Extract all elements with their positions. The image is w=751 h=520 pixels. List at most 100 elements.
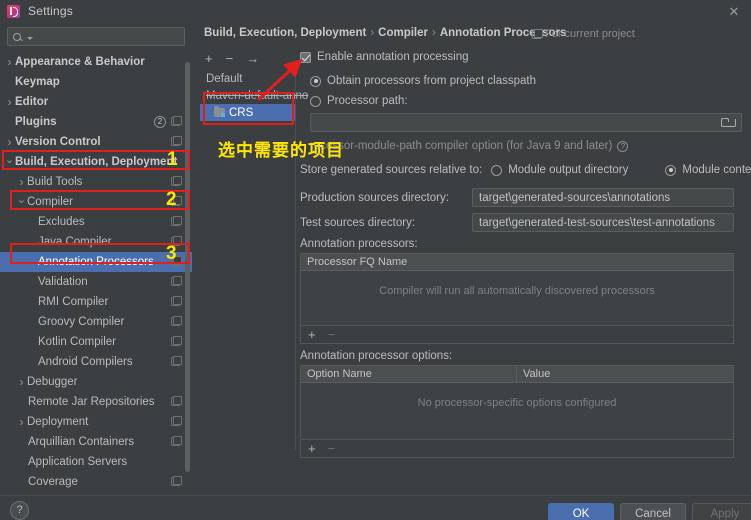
chevron-right-icon[interactable] xyxy=(4,96,15,108)
chevron-right-icon[interactable] xyxy=(16,176,27,188)
processor-path-row[interactable]: Processor path: xyxy=(300,91,744,111)
sidebar-item-label: Remote Jar Repositories xyxy=(28,396,155,408)
processor-options-table-footer: + − xyxy=(301,439,733,457)
copy-settings-icon[interactable] xyxy=(171,416,182,426)
profile-list: Default Maven-default-anno CRS xyxy=(200,70,308,450)
annotation-processors-table-body[interactable]: Compiler will run all automatically disc… xyxy=(301,271,733,325)
processor-path-radio[interactable] xyxy=(310,95,321,107)
sidebar-scrollbar[interactable] xyxy=(185,62,190,472)
sidebar-item-label: Build, Execution, Deployment xyxy=(15,156,178,168)
annotation-processors-label: Annotation processors: xyxy=(300,238,418,250)
copy-settings-icon[interactable] xyxy=(171,356,182,366)
apply-button[interactable]: Apply xyxy=(692,503,751,520)
ok-button[interactable]: OK xyxy=(548,503,614,520)
profile-item-default[interactable]: Default xyxy=(200,70,295,87)
production-sources-input[interactable]: target\generated-sources\annotations xyxy=(472,188,734,207)
sidebar-item-groovy-compiler[interactable]: Groovy Compiler xyxy=(0,312,192,332)
copy-settings-icon[interactable] xyxy=(171,316,182,326)
enable-annotation-processing-label: Enable annotation processing xyxy=(317,51,469,63)
folder-browse-icon[interactable] xyxy=(721,117,736,128)
column-processor-fq-name[interactable]: Processor FQ Name xyxy=(301,254,733,270)
copy-settings-icon[interactable] xyxy=(171,436,182,446)
processor-options-table-body[interactable]: No processor-specific options configured xyxy=(301,383,733,439)
copy-settings-icon[interactable] xyxy=(171,336,182,346)
sidebar-item-label: Groovy Compiler xyxy=(38,316,125,328)
enable-annotation-processing-row[interactable]: Enable annotation processing xyxy=(300,48,744,66)
scope-indicator[interactable]: For current project xyxy=(532,28,635,40)
copy-settings-icon[interactable] xyxy=(171,396,182,406)
copy-settings-icon[interactable] xyxy=(171,176,182,186)
breadcrumb-item-0[interactable]: Build, Execution, Deployment xyxy=(204,27,366,39)
sidebar-item-deployment[interactable]: Deployment xyxy=(0,412,192,432)
close-icon[interactable]: ✕ xyxy=(717,0,751,22)
add-option-button[interactable]: + xyxy=(308,441,316,456)
move-profile-button[interactable]: → xyxy=(246,52,259,65)
profile-item-crs[interactable]: CRS xyxy=(200,104,295,121)
profile-item-label: Default xyxy=(206,72,243,85)
help-circle-icon[interactable]: ? xyxy=(617,140,629,152)
annotation-processors-empty-text: Compiler will run all automatically disc… xyxy=(379,285,655,297)
chevron-right-icon[interactable] xyxy=(4,136,15,148)
sidebar-item-keymap[interactable]: Keymap xyxy=(0,72,192,92)
breadcrumb: Build, Execution, Deployment › Compiler › An… xyxy=(204,27,566,39)
sidebar-item-kotlin-compiler[interactable]: Kotlin Compiler xyxy=(0,332,192,352)
search-input[interactable] xyxy=(7,27,185,46)
dialog-footer: ? OK Cancel Apply xyxy=(0,495,751,520)
module-output-directory-radio[interactable] xyxy=(491,164,503,176)
sidebar-item-version-control[interactable]: Version Control xyxy=(0,132,192,152)
sidebar-item-build-tools[interactable]: Build Tools xyxy=(0,172,192,192)
remove-profile-button[interactable]: − xyxy=(226,52,234,65)
profile-item-maven-default-anno[interactable]: Maven-default-anno xyxy=(200,87,308,104)
help-button[interactable]: ? xyxy=(10,501,29,520)
enable-annotation-processing-checkbox[interactable] xyxy=(300,51,311,63)
copy-settings-icon[interactable] xyxy=(171,216,182,226)
sidebar-item-appearance-behavior[interactable]: Appearance & Behavior xyxy=(0,52,192,72)
breadcrumb-item-1[interactable]: Compiler xyxy=(378,27,428,39)
sidebar-item-android-compilers[interactable]: Android Compilers xyxy=(0,352,192,372)
sidebar-item-plugins[interactable]: Plugins 2 xyxy=(0,112,192,132)
chevron-down-icon[interactable] xyxy=(4,157,15,168)
copy-settings-icon[interactable] xyxy=(171,296,182,306)
sidebar-item-build-execution-deployment[interactable]: Build, Execution, Deployment xyxy=(0,152,192,172)
sidebar-item-arquillian-containers[interactable]: Arquillian Containers xyxy=(0,432,192,452)
processor-path-input[interactable] xyxy=(310,113,742,132)
sidebar-item-debugger[interactable]: Debugger xyxy=(0,372,192,392)
annotation-processors-table-header: Processor FQ Name xyxy=(301,254,733,271)
copy-settings-icon[interactable] xyxy=(171,116,182,126)
annotation-processors-table: Processor FQ Name Compiler will run all … xyxy=(300,253,734,344)
sidebar-item-remote-jar-repositories[interactable]: Remote Jar Repositories xyxy=(0,392,192,412)
obtain-from-classpath-radio[interactable] xyxy=(310,75,321,87)
sidebar-item-rmi-compiler[interactable]: RMI Compiler xyxy=(0,292,192,312)
obtain-from-classpath-row[interactable]: Obtain processors from project classpath xyxy=(300,71,744,91)
sidebar-item-java-compiler[interactable]: Java Compiler xyxy=(0,232,192,252)
chevron-right-icon[interactable] xyxy=(16,376,27,388)
module-content-root-radio[interactable] xyxy=(665,164,677,176)
sidebar-item-validation[interactable]: Validation xyxy=(0,272,192,292)
column-value[interactable]: Value xyxy=(517,366,733,382)
sidebar-item-label: Android Compilers xyxy=(38,356,133,368)
annotation-number-3: 3 xyxy=(166,243,177,264)
copy-settings-icon[interactable] xyxy=(171,136,182,146)
sidebar-item-coverage[interactable]: Coverage xyxy=(0,472,192,492)
cancel-button[interactable]: Cancel xyxy=(620,503,686,520)
test-sources-row: Test sources directory: target\generated… xyxy=(300,210,744,235)
sidebar-item-label: Annotation Processors xyxy=(38,256,154,268)
chevron-right-icon[interactable] xyxy=(4,56,15,68)
copy-settings-icon[interactable] xyxy=(171,476,182,486)
processor-options-label: Annotation processor options: xyxy=(300,350,453,362)
scope-label: For current project xyxy=(545,28,635,40)
sidebar-item-application-servers[interactable]: Application Servers xyxy=(0,452,192,472)
sidebar-item-annotation-processors[interactable]: Annotation Processors xyxy=(0,252,192,272)
test-sources-input[interactable]: target\generated-test-sources\test-annot… xyxy=(472,213,734,232)
sidebar-item-compiler[interactable]: Compiler xyxy=(0,192,192,212)
chevron-right-icon[interactable] xyxy=(16,416,27,428)
sidebar-item-excludes[interactable]: Excludes xyxy=(0,212,192,232)
add-profile-button[interactable]: + xyxy=(205,52,213,65)
annotation-number-2: 2 xyxy=(166,189,177,210)
sidebar-item-editor[interactable]: Editor xyxy=(0,92,192,112)
add-processor-button[interactable]: + xyxy=(308,327,316,342)
copy-settings-icon[interactable] xyxy=(171,276,182,286)
chevron-down-icon[interactable] xyxy=(16,197,27,208)
column-option-name[interactable]: Option Name xyxy=(301,366,517,382)
profile-toolbar: + − → xyxy=(200,48,296,68)
